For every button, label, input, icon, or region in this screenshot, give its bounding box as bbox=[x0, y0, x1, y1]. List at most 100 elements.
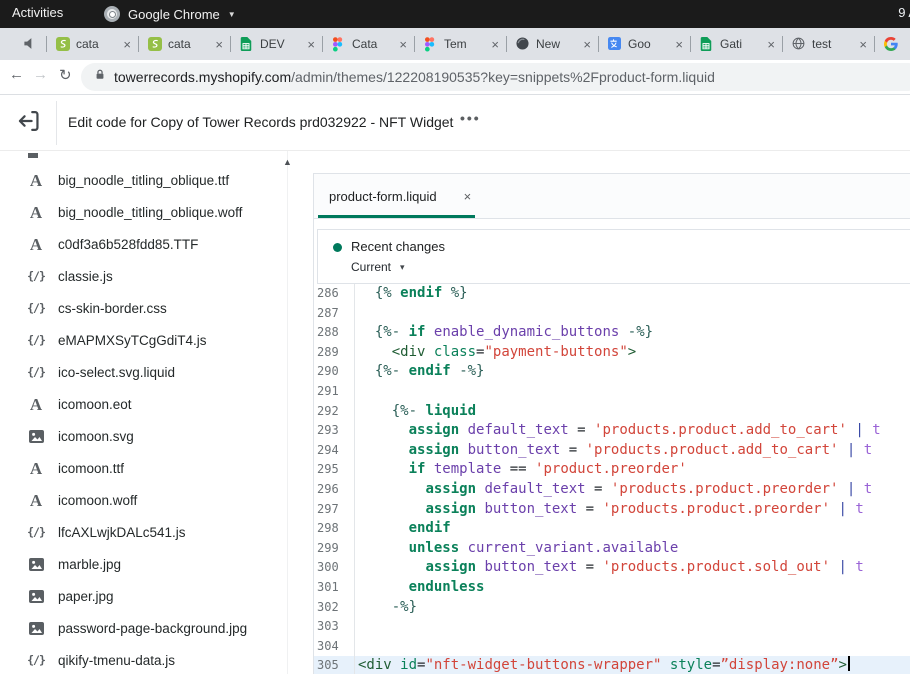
lock-icon[interactable] bbox=[94, 68, 106, 86]
browser-tab-title: test bbox=[812, 37, 852, 51]
app-menu[interactable]: Google Chrome ▼ bbox=[104, 0, 236, 28]
code-text: endif bbox=[355, 519, 451, 539]
code-line[interactable]: 296 assign default_text = 'products.prod… bbox=[314, 480, 910, 500]
code-line[interactable]: 295 if template == 'product.preorder' bbox=[314, 460, 910, 480]
code-line[interactable]: 287 bbox=[314, 304, 910, 324]
version-bar: Recent changes Current ▾ bbox=[317, 229, 910, 284]
code-line[interactable]: 288 {%- if enable_dynamic_buttons -%} bbox=[314, 323, 910, 343]
sidebar-file-item[interactable]: A big_noodle_titling_oblique.woff bbox=[0, 196, 296, 228]
sidebar-file-item[interactable]: {/} eMAPMXSyTCgGdiT4.js bbox=[0, 324, 296, 356]
code-line[interactable]: 305<div id="nft-widget-buttons-wrapper" … bbox=[314, 656, 910, 674]
browser-tab[interactable]: Tem × bbox=[414, 28, 506, 60]
code-text bbox=[355, 617, 358, 637]
code-line[interactable]: 299 unless current_variant.available bbox=[314, 539, 910, 559]
file-name: big_noodle_titling_oblique.woff bbox=[58, 205, 242, 220]
close-icon[interactable]: × bbox=[674, 37, 684, 52]
code-text: {%- endif -%} bbox=[355, 362, 484, 382]
code-line[interactable]: 294 assign button_text = 'products.produ… bbox=[314, 441, 910, 461]
editor-tab-product-form[interactable]: product-form.liquid × bbox=[314, 174, 471, 219]
code-line[interactable]: 303 bbox=[314, 617, 910, 637]
version-dropdown[interactable]: Current ▾ bbox=[351, 260, 405, 274]
browser-tab-title: DEV bbox=[260, 37, 300, 51]
text-cursor bbox=[848, 656, 850, 671]
browser-tab-title: New bbox=[536, 37, 576, 51]
page-title: Edit code for Copy of Tower Records prd0… bbox=[68, 114, 453, 130]
code-text: if template == 'product.preorder' bbox=[355, 460, 687, 480]
image-file-icon bbox=[26, 622, 46, 635]
google-translate-favicon bbox=[608, 37, 622, 51]
google-sheets-favicon bbox=[240, 37, 254, 51]
reload-button[interactable]: ↻ bbox=[59, 66, 72, 84]
exit-code-editor-button[interactable] bbox=[16, 108, 42, 134]
forward-button[interactable]: → bbox=[33, 66, 48, 83]
code-line[interactable]: 301 endunless bbox=[314, 578, 910, 598]
font-file-icon: A bbox=[26, 460, 46, 477]
browser-tab[interactable]: DEV × bbox=[230, 28, 322, 60]
clock-status: 9 A bbox=[898, 5, 910, 20]
sidebar-file-item[interactable]: A c0df3a6b528fdd85.TTF bbox=[0, 228, 296, 260]
close-icon[interactable]: × bbox=[858, 37, 868, 52]
close-icon[interactable]: × bbox=[766, 37, 776, 52]
sidebar-file-item[interactable]: password-page-background.jpg bbox=[0, 612, 296, 644]
code-line[interactable]: 286 {% endif %} bbox=[314, 284, 910, 304]
close-icon[interactable]: × bbox=[490, 37, 500, 52]
browser-tab[interactable]: New × bbox=[506, 28, 598, 60]
close-icon[interactable]: × bbox=[398, 37, 408, 52]
sidebar-file-item[interactable]: paper.jpg bbox=[0, 580, 296, 612]
sidebar-file-item[interactable]: icomoon.svg bbox=[0, 420, 296, 452]
sidebar-file-item[interactable]: {/} classie.js bbox=[0, 260, 296, 292]
sidebar-file-item[interactable]: A big_noodle_titling_oblique.ttf bbox=[0, 164, 296, 196]
code-line[interactable]: 298 endif bbox=[314, 519, 910, 539]
file-name: marble.jpg bbox=[58, 557, 121, 572]
code-line[interactable]: 292 {%- liquid bbox=[314, 402, 910, 422]
file-name: icomoon.eot bbox=[58, 397, 132, 412]
code-line[interactable]: 300 assign button_text = 'products.produ… bbox=[314, 558, 910, 578]
url-path: /admin/themes/122208190535?key=snippets%… bbox=[291, 69, 715, 85]
code-file-icon: {/} bbox=[26, 269, 46, 283]
file-name: qikify-tmenu-data.js bbox=[58, 653, 175, 668]
activities-button[interactable]: Activities bbox=[12, 5, 63, 20]
sidebar-file-item[interactable]: {/} lfcAXLwjkDALc541.js bbox=[0, 516, 296, 548]
browser-tab[interactable]: cata × bbox=[46, 28, 138, 60]
browser-tab[interactable]: Gati × bbox=[690, 28, 782, 60]
browser-tab[interactable]: test × bbox=[782, 28, 874, 60]
code-line[interactable]: 293 assign default_text = 'products.prod… bbox=[314, 421, 910, 441]
line-number: 292 bbox=[314, 402, 355, 422]
sidebar-file-item[interactable]: A icomoon.woff bbox=[0, 484, 296, 516]
speaker-icon[interactable] bbox=[23, 37, 36, 55]
editor-tab-bar: product-form.liquid × bbox=[314, 174, 910, 219]
browser-tab[interactable]: cata × bbox=[138, 28, 230, 60]
code-line[interactable]: 304 bbox=[314, 637, 910, 657]
sidebar-file-item[interactable]: {/} cs-skin-border.css bbox=[0, 292, 296, 324]
sidebar-file-item[interactable]: {/} qikify-tmenu-data.js bbox=[0, 644, 296, 674]
close-icon[interactable]: × bbox=[464, 189, 472, 204]
scroll-up-arrow[interactable]: ▲ bbox=[283, 157, 292, 167]
browser-tab[interactable]: Goo × bbox=[598, 28, 690, 60]
code-line[interactable]: 297 assign button_text = 'products.produ… bbox=[314, 500, 910, 520]
sidebar-file-item[interactable]: A icomoon.ttf bbox=[0, 452, 296, 484]
google-favicon bbox=[884, 37, 898, 51]
browser-tab[interactable]: × bbox=[874, 28, 910, 60]
line-number: 300 bbox=[314, 558, 355, 578]
back-button[interactable]: ← bbox=[9, 66, 24, 83]
code-line[interactable]: 289 <div class="payment-buttons"> bbox=[314, 343, 910, 363]
close-icon[interactable]: × bbox=[122, 37, 132, 52]
code-text: {%- if enable_dynamic_buttons -%} bbox=[355, 323, 653, 343]
sidebar-file-item[interactable]: marble.jpg bbox=[0, 548, 296, 580]
code-editor[interactable]: 286 {% endif %}287288 {%- if enable_dyna… bbox=[314, 284, 910, 674]
line-number: 293 bbox=[314, 421, 355, 441]
code-line[interactable]: 302 -%} bbox=[314, 598, 910, 618]
close-icon[interactable]: × bbox=[306, 37, 316, 52]
sidebar-file-item[interactable]: A icomoon.eot bbox=[0, 388, 296, 420]
file-name: icomoon.woff bbox=[58, 493, 137, 508]
sidebar-file-item[interactable]: {/} ico-select.svg.liquid bbox=[0, 356, 296, 388]
more-options-button[interactable]: ••• bbox=[460, 110, 481, 126]
close-icon[interactable]: × bbox=[214, 37, 224, 52]
browser-tab-title: cata bbox=[168, 37, 208, 51]
line-number: 302 bbox=[314, 598, 355, 618]
code-line[interactable]: 291 bbox=[314, 382, 910, 402]
browser-tab[interactable]: Cata × bbox=[322, 28, 414, 60]
address-bar[interactable]: towerrecords.myshopify.com/admin/themes/… bbox=[81, 63, 910, 91]
code-line[interactable]: 290 {%- endif -%} bbox=[314, 362, 910, 382]
close-icon[interactable]: × bbox=[582, 37, 592, 52]
